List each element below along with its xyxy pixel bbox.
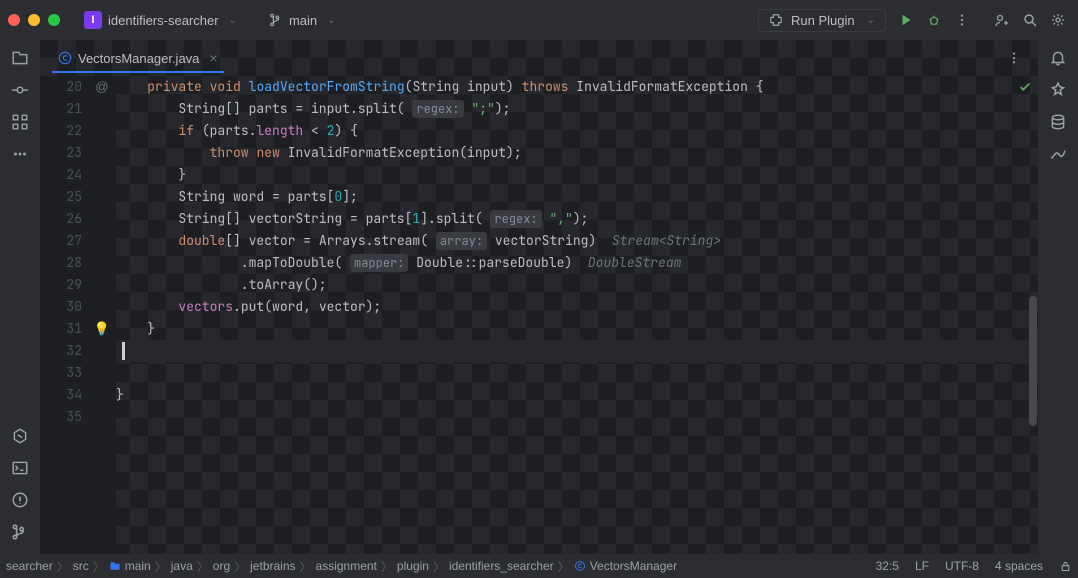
project-selector[interactable]: I identifiers-searcher ⌄ bbox=[76, 8, 245, 32]
indent-info[interactable]: 4 spaces bbox=[995, 559, 1043, 573]
plugin-icon bbox=[769, 13, 783, 27]
database-tool[interactable] bbox=[1044, 108, 1072, 136]
close-window[interactable] bbox=[8, 14, 20, 26]
structure-tool[interactable] bbox=[6, 108, 34, 136]
project-icon: I bbox=[84, 11, 102, 29]
lock-icon bbox=[1059, 560, 1072, 573]
ai-assistant-tool[interactable] bbox=[1044, 76, 1072, 104]
breadcrumb-item[interactable]: VectorsManager bbox=[574, 559, 677, 573]
debug-button[interactable] bbox=[922, 8, 946, 32]
main-area: VectorsManager.java × 202122232425262728… bbox=[0, 40, 1078, 554]
tab-file[interactable]: VectorsManager.java × bbox=[48, 44, 228, 72]
breadcrumb-item[interactable]: org bbox=[213, 559, 230, 573]
breadcrumb-item[interactable]: assignment bbox=[316, 559, 377, 573]
caret-position[interactable]: 32:5 bbox=[876, 559, 899, 573]
project-name: identifiers-searcher bbox=[108, 13, 219, 28]
editor: VectorsManager.java × 202122232425262728… bbox=[40, 40, 1038, 554]
breadcrumb-item[interactable]: jetbrains bbox=[250, 559, 295, 573]
breadcrumb-item[interactable]: plugin bbox=[397, 559, 429, 573]
git-branch-selector[interactable]: main ⌄ bbox=[261, 10, 344, 31]
git-tool[interactable] bbox=[6, 518, 34, 546]
file-encoding[interactable]: UTF-8 bbox=[945, 559, 979, 573]
breadcrumb-item[interactable]: identifiers_searcher bbox=[449, 559, 554, 573]
services-tool[interactable] bbox=[6, 422, 34, 450]
java-class-icon bbox=[58, 51, 72, 65]
breadcrumb-item[interactable]: searcher bbox=[6, 559, 53, 573]
settings-icon[interactable] bbox=[1046, 8, 1070, 32]
tab-more-icon[interactable] bbox=[1002, 46, 1026, 70]
run-config-name: Run Plugin bbox=[791, 13, 855, 28]
chevron-down-icon: ⌄ bbox=[327, 15, 335, 26]
code-editor[interactable]: 20212223242526272829303132333435 @💡 priv… bbox=[40, 76, 1038, 554]
minimize-window[interactable] bbox=[28, 14, 40, 26]
run-configuration[interactable]: Run Plugin ⌄ bbox=[758, 9, 886, 32]
chevron-down-icon: ⌄ bbox=[867, 15, 875, 26]
breadcrumb-item[interactable]: main bbox=[109, 559, 151, 573]
right-tool-rail bbox=[1038, 40, 1078, 554]
project-tool[interactable] bbox=[6, 44, 34, 72]
chevron-down-icon: ⌄ bbox=[229, 15, 237, 26]
tab-close[interactable]: × bbox=[209, 50, 217, 66]
commit-tool[interactable] bbox=[6, 76, 34, 104]
titlebar: I identifiers-searcher ⌄ main ⌄ Run Plug… bbox=[0, 0, 1078, 40]
line-numbers: 20212223242526272829303132333435 bbox=[40, 76, 88, 554]
left-tool-rail bbox=[0, 40, 40, 554]
editor-scrollbar[interactable] bbox=[1028, 76, 1038, 554]
search-everywhere[interactable] bbox=[1018, 8, 1042, 32]
editor-tabs: VectorsManager.java × bbox=[40, 40, 1038, 76]
code-with-me-icon[interactable] bbox=[990, 8, 1014, 32]
gutter-icons: @💡 bbox=[88, 76, 116, 554]
branch-name: main bbox=[289, 13, 317, 28]
more-tools[interactable] bbox=[6, 140, 34, 168]
coverage-tool[interactable] bbox=[1044, 140, 1072, 168]
breadcrumb[interactable]: searcher〉src〉main〉java〉org〉jetbrains〉ass… bbox=[6, 558, 860, 575]
window-controls bbox=[8, 14, 60, 26]
line-separator[interactable]: LF bbox=[915, 559, 929, 573]
problems-tool[interactable] bbox=[6, 486, 34, 514]
zoom-window[interactable] bbox=[48, 14, 60, 26]
more-actions[interactable] bbox=[950, 8, 974, 32]
code-content[interactable]: private void loadVectorFromString(String… bbox=[116, 76, 1038, 554]
branch-icon bbox=[269, 13, 283, 27]
readonly-toggle[interactable] bbox=[1059, 560, 1072, 573]
statusbar: searcher〉src〉main〉java〉org〉jetbrains〉ass… bbox=[0, 554, 1078, 578]
run-button[interactable] bbox=[894, 8, 918, 32]
scroll-thumb[interactable] bbox=[1029, 296, 1037, 426]
notifications-tool[interactable] bbox=[1044, 44, 1072, 72]
tab-filename: VectorsManager.java bbox=[78, 51, 199, 66]
breadcrumb-item[interactable]: src bbox=[73, 559, 89, 573]
terminal-tool[interactable] bbox=[6, 454, 34, 482]
breadcrumb-item[interactable]: java bbox=[171, 559, 193, 573]
